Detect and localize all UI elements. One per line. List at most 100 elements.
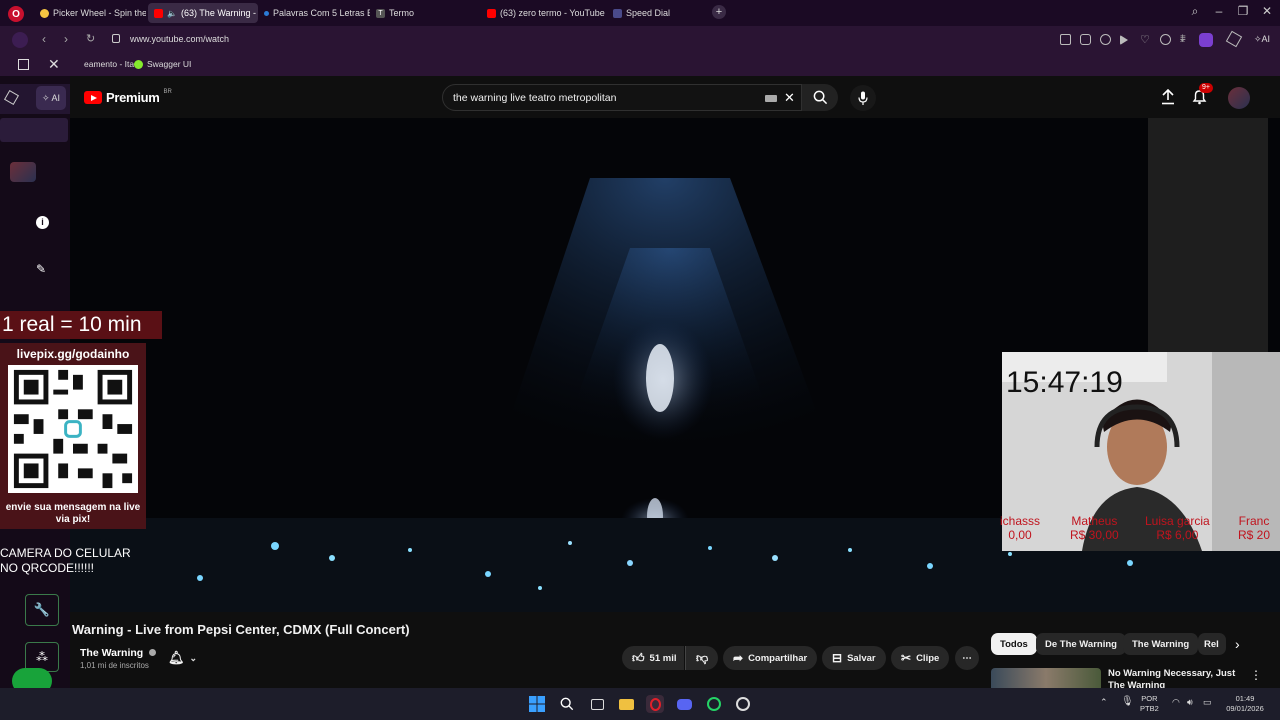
aria-sidebar-button[interactable]: ✧ AI bbox=[36, 86, 66, 110]
maximize-button[interactable]: ❐ bbox=[1234, 4, 1252, 18]
bookmark-swagger[interactable]: Swagger UI bbox=[134, 59, 191, 69]
extensions-cube-icon[interactable] bbox=[1225, 30, 1243, 48]
chip-the-warning[interactable]: The Warning bbox=[1123, 633, 1199, 655]
language-indicator[interactable]: POR PTB2 bbox=[1140, 694, 1159, 714]
tab-termo[interactable]: T Termo bbox=[370, 3, 480, 23]
donor-entry: Luisa garcia R$ 6,00 bbox=[1145, 514, 1210, 542]
more-vertical-icon[interactable]: ⋮ bbox=[1250, 668, 1262, 682]
aria-ai-button[interactable]: ✧AI bbox=[1254, 34, 1270, 45]
more-horizontal-icon: ⋯ bbox=[962, 652, 972, 664]
history-icon[interactable] bbox=[1160, 34, 1171, 45]
subscriber-count: 1,01 mi de inscritos bbox=[80, 661, 149, 670]
stream-clock: 15:47:19 bbox=[1006, 366, 1123, 399]
save-button[interactable]: ⊟ Salvar bbox=[822, 646, 886, 670]
clock-date[interactable]: 01:49 09/01/2026 bbox=[1215, 694, 1275, 714]
tab-picker-wheel[interactable]: Picker Wheel - Spin the W bbox=[34, 3, 146, 23]
chip-related[interactable]: Rel bbox=[1198, 633, 1226, 655]
player-icon[interactable] bbox=[1120, 35, 1128, 45]
chevron-down-icon: ⌄ bbox=[189, 652, 198, 663]
panel-window-icon[interactable] bbox=[18, 59, 29, 70]
upload-button[interactable] bbox=[1161, 88, 1175, 110]
chip-de-the-warning[interactable]: De The Warning bbox=[1036, 633, 1126, 655]
tab-speed-dial[interactable]: Speed Dial bbox=[607, 3, 707, 23]
url-field[interactable]: www.youtube.com/watch bbox=[130, 34, 229, 44]
whatsapp-icon[interactable] bbox=[705, 695, 723, 713]
close-panel-icon[interactable]: ✕ bbox=[48, 56, 60, 73]
tab-label: Palavras Com 5 Letras Em bbox=[273, 8, 370, 18]
forward-icon[interactable]: › bbox=[64, 32, 68, 46]
channel-name[interactable]: The Warning bbox=[80, 647, 157, 659]
sparkle-icon: ✧ bbox=[1254, 34, 1262, 44]
account-icon[interactable] bbox=[1199, 33, 1213, 47]
vpn-icon[interactable] bbox=[1100, 34, 1111, 45]
opera-menu-icon[interactable] bbox=[12, 32, 28, 48]
search-icon bbox=[813, 90, 827, 105]
dislike-button[interactable]: 👎︎ bbox=[685, 646, 719, 670]
picker-wheel-favicon-icon bbox=[40, 8, 49, 18]
tray-chevron-icon[interactable]: ⌃ bbox=[1100, 697, 1108, 707]
search-tabs-icon[interactable]: ⌕ bbox=[1186, 4, 1204, 19]
account-avatar[interactable] bbox=[1228, 87, 1250, 109]
info-icon[interactable]: i bbox=[36, 216, 49, 229]
notifications-button[interactable]: 9+ bbox=[1192, 83, 1213, 110]
like-button[interactable]: 👍︎ 51 mil bbox=[622, 646, 685, 670]
donor-entry: Matheus R$ 30,00 bbox=[1070, 514, 1119, 542]
windows-start-icon[interactable] bbox=[528, 695, 546, 713]
more-actions-button[interactable]: ⋯ bbox=[955, 646, 979, 670]
camera-instruction: CAMERA DO CELULAR NO QRCODE!!!!!! bbox=[0, 546, 131, 575]
chevron-right-icon[interactable]: › bbox=[1235, 636, 1240, 652]
voice-search-button[interactable] bbox=[850, 85, 876, 111]
opera-logo-icon[interactable]: O bbox=[8, 6, 24, 22]
microphone-icon bbox=[858, 91, 868, 105]
minimize-button[interactable]: – bbox=[1210, 4, 1228, 18]
battery-icon[interactable]: ▭ bbox=[1203, 697, 1212, 707]
opera-taskbar-icon[interactable] bbox=[646, 695, 664, 713]
volume-icon[interactable]: 🔊︎ bbox=[1187, 697, 1193, 707]
subscription-bell-button[interactable]: 🔔︎ ⌄ bbox=[168, 646, 197, 670]
search-input[interactable]: the warning live teatro metropolitan ✕ bbox=[442, 84, 802, 111]
clear-search-icon[interactable]: ✕ bbox=[784, 90, 795, 106]
youtube-logo[interactable]: Premium BR bbox=[84, 89, 172, 105]
obs-icon[interactable] bbox=[734, 695, 752, 713]
snapshot-icon[interactable] bbox=[1080, 34, 1091, 45]
tab-the-warning[interactable]: 🔈 (63) The Warning - Li bbox=[148, 3, 258, 23]
pencil-icon[interactable]: ✎ bbox=[36, 262, 46, 276]
youtube-favicon-icon bbox=[487, 8, 496, 18]
taskbar-search-icon[interactable] bbox=[558, 695, 576, 713]
secondary-panel-placeholder bbox=[1148, 118, 1268, 352]
bookmark-itau[interactable]: eamento - Itaú bbox=[84, 59, 139, 69]
tab-palavras[interactable]: Palavras Com 5 Letras Em bbox=[258, 3, 370, 23]
channel-avatar[interactable] bbox=[10, 162, 36, 182]
wrench-icon[interactable]: 🔧 bbox=[25, 594, 59, 626]
reload-icon[interactable]: ↻ bbox=[86, 32, 95, 45]
qr-code-icon bbox=[8, 365, 138, 493]
donor-entry: Franc R$ 20 bbox=[1238, 514, 1271, 542]
easy-setup-icon[interactable]: ≡ bbox=[1180, 33, 1186, 44]
share-page-icon[interactable] bbox=[1060, 34, 1071, 45]
windows-taskbar: ⌃ 🎙︎ POR PTB2 ◠ 🔊︎ ▭ 01:49 09/01/2026 bbox=[0, 688, 1280, 720]
browser-tab-strip: O Picker Wheel - Spin the W 🔈 (63) The W… bbox=[0, 0, 1280, 26]
close-window-button[interactable]: ✕ bbox=[1258, 4, 1276, 18]
discord-icon[interactable] bbox=[675, 695, 693, 713]
wifi-icon[interactable]: ◠ bbox=[1172, 697, 1180, 707]
keyboard-icon[interactable] bbox=[765, 95, 777, 102]
heart-icon[interactable]: ♡ bbox=[1140, 33, 1150, 46]
verified-icon bbox=[149, 649, 157, 656]
bell-icon: 🔔︎ bbox=[168, 650, 185, 665]
tray-mic-icon[interactable]: 🎙︎ bbox=[1121, 697, 1134, 707]
search-button[interactable] bbox=[802, 84, 838, 111]
clip-button[interactable]: ✂ Clipe bbox=[891, 646, 950, 670]
address-bar: ‹ › ↻ www.youtube.com/watch ♡ ⤓ ≡ ✧AI bbox=[0, 26, 1280, 54]
lock-icon bbox=[112, 34, 120, 43]
swagger-favicon-icon bbox=[134, 59, 143, 69]
recommendation-thumbnail[interactable] bbox=[991, 668, 1101, 688]
task-view-icon[interactable] bbox=[588, 695, 606, 713]
tab-zero-termo[interactable]: (63) zero termo - YouTube bbox=[481, 3, 607, 23]
tab-label: (63) The Warning - Li bbox=[180, 8, 258, 18]
back-icon[interactable]: ‹ bbox=[42, 32, 46, 46]
donation-rate-banner: 1 real = 10 min bbox=[0, 311, 162, 339]
new-tab-button[interactable]: + bbox=[712, 5, 726, 19]
chip-todos[interactable]: Todos bbox=[991, 633, 1037, 655]
file-explorer-icon[interactable] bbox=[617, 695, 635, 713]
share-button[interactable]: ➦ Compartilhar bbox=[723, 646, 818, 670]
